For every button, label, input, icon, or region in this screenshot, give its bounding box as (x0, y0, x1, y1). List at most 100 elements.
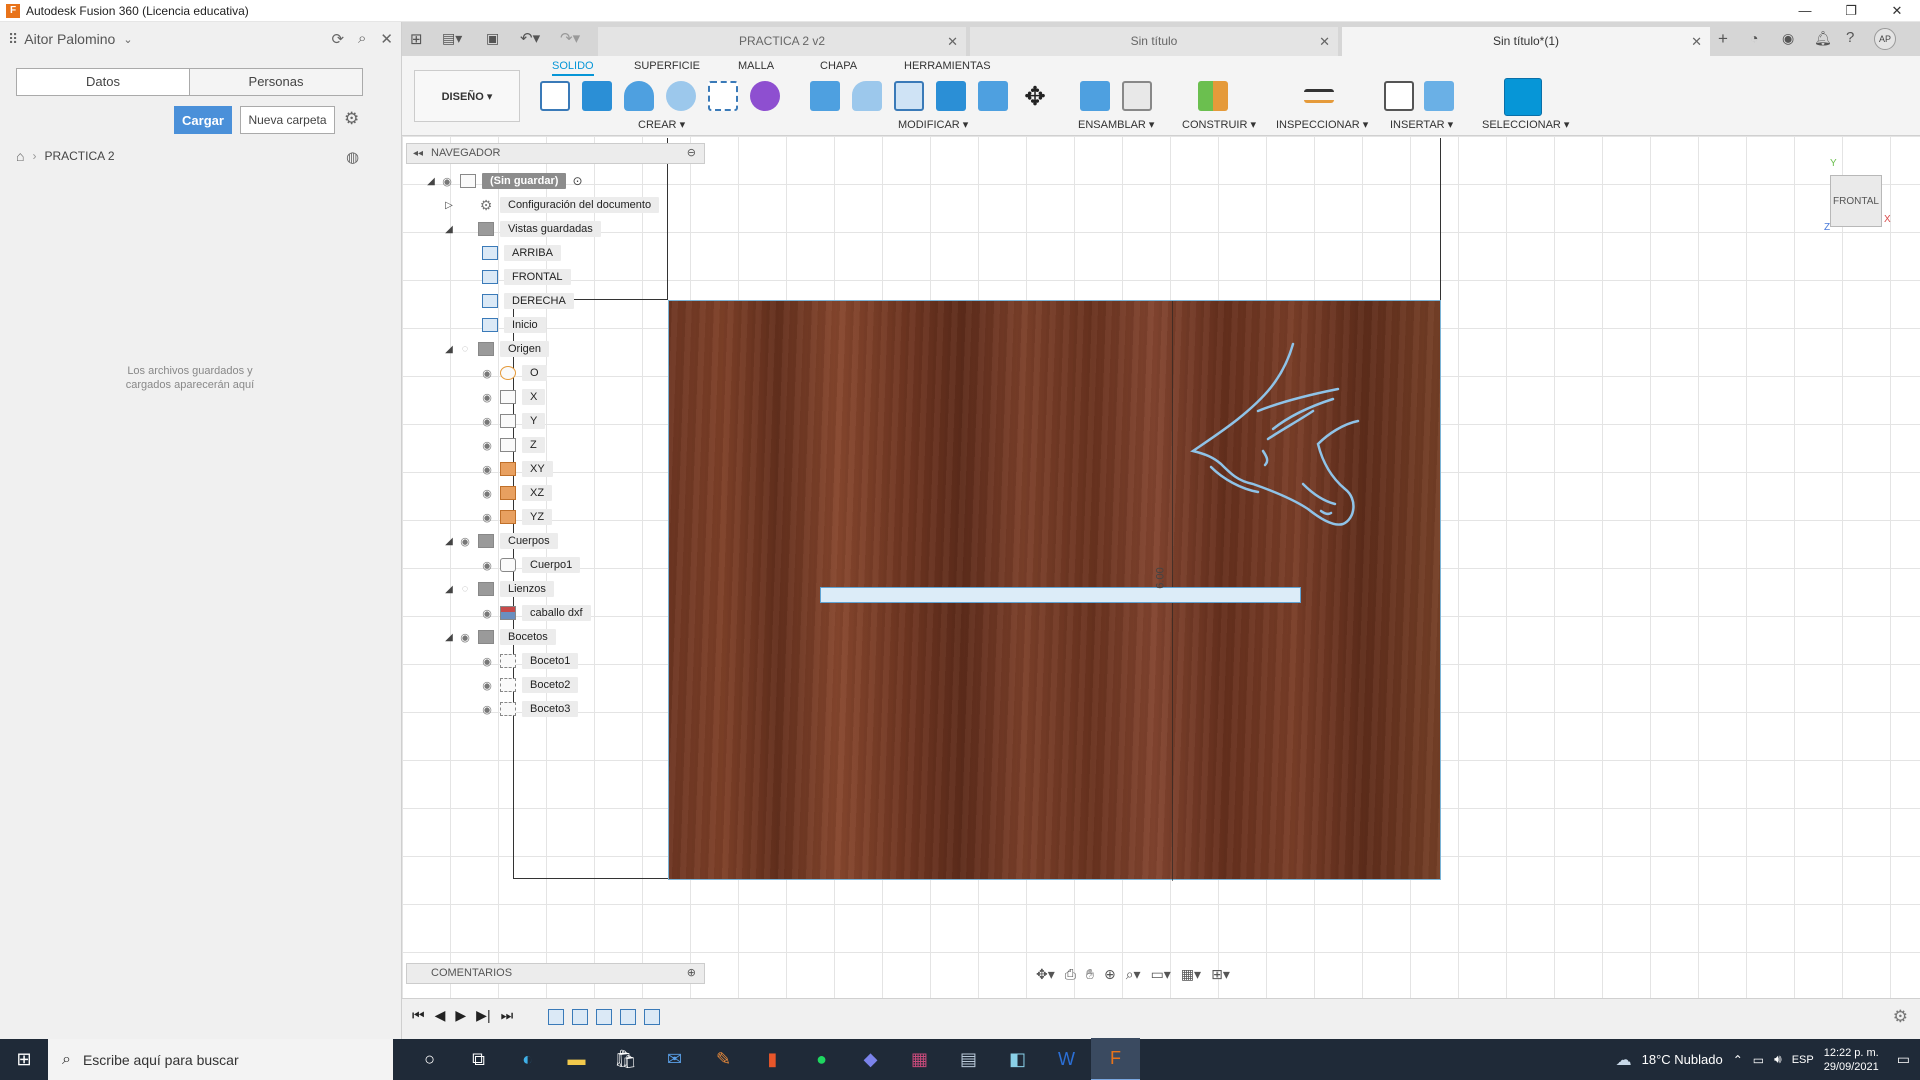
orbit-icon[interactable]: ✥▾ (1036, 966, 1055, 983)
align-icon[interactable] (978, 81, 1008, 111)
restore-button[interactable]: ❐ (1828, 0, 1874, 22)
fusion-taskbar-icon[interactable]: F (1091, 1038, 1140, 1080)
store-icon[interactable]: 🛍︎ (601, 1039, 650, 1080)
display-settings-icon[interactable]: ▭▾ (1151, 966, 1171, 983)
job-status-icon[interactable]: ◉ (1782, 30, 1794, 47)
volume-icon[interactable]: 🔊︎ (1774, 1052, 1782, 1067)
taskbar-clock[interactable]: 12:22 p. m. 29/09/2021 (1824, 1046, 1879, 1074)
doc-tab-sin-titulo-1[interactable]: Sin título*(1) ✕ (1342, 27, 1710, 56)
office-icon[interactable]: ▮ (748, 1039, 797, 1080)
timeline-settings-gear-icon[interactable]: ⚙ (1893, 1007, 1908, 1027)
tree-item-view-arriba[interactable]: ARRIBA (478, 243, 561, 263)
sketch-profile-slot[interactable] (820, 587, 1301, 603)
mail-icon[interactable]: ✉ (650, 1039, 699, 1080)
move-icon[interactable]: ✥ (1020, 81, 1050, 111)
tree-item-saved-views[interactable]: ◢ Vistas guardadas (442, 219, 601, 239)
timeline-step-sketch-icon[interactable] (644, 1009, 660, 1025)
extrude-icon[interactable] (582, 81, 612, 111)
tree-item-lienzos[interactable]: ◢ ◌ Lienzos (442, 579, 554, 599)
fit-icon[interactable]: ⌕▾ (1126, 966, 1141, 983)
timeline-step-extrude-icon[interactable] (572, 1009, 588, 1025)
grid-settings-icon[interactable]: ▦▾ (1181, 966, 1201, 983)
sketch-line[interactable] (1440, 138, 1441, 300)
edge-icon[interactable]: ◐ (503, 1039, 552, 1080)
visibility-eye-icon[interactable]: ◉ (478, 391, 496, 404)
grid-menu-icon[interactable]: ⠿ (8, 31, 18, 48)
shell-icon[interactable] (894, 81, 924, 111)
navigator-header[interactable]: ◂◂ NAVEGADOR ⊖ (406, 143, 705, 164)
visibility-hidden-icon[interactable]: ◌ (456, 583, 474, 595)
file-menu-icon[interactable]: ▤▾ (442, 30, 462, 47)
visibility-eye-icon[interactable]: ◉ (478, 415, 496, 428)
sweep-icon[interactable] (666, 81, 696, 111)
timeline-next-icon[interactable]: ▶| (476, 1007, 490, 1024)
group-insertar[interactable]: INSERTAR ▾ (1390, 118, 1453, 131)
combine-icon[interactable] (936, 81, 966, 111)
upload-button[interactable]: Cargar (174, 106, 232, 134)
select-icon[interactable] (1504, 78, 1542, 116)
group-seleccionar[interactable]: SELECCIONAR ▾ (1482, 118, 1569, 131)
visibility-eye-icon[interactable]: ◉ (478, 367, 496, 380)
timeline-play-icon[interactable]: ▶ (455, 1007, 466, 1024)
visibility-eye-icon[interactable]: ◉ (478, 439, 496, 452)
word-icon[interactable]: W (1042, 1039, 1091, 1080)
settings-gear-icon[interactable]: ⚙ (344, 109, 359, 129)
tree-root[interactable]: ◢ ◉ (Sin guardar) ⊙ (424, 171, 583, 191)
language-indicator[interactable]: ESP (1792, 1054, 1814, 1066)
tree-item-sketch-1[interactable]: ◉ Boceto1 (478, 651, 579, 671)
visibility-eye-icon[interactable]: ◉ (478, 679, 496, 692)
visibility-eye-icon[interactable]: ◉ (456, 631, 474, 644)
look-at-icon[interactable]: ⎙ (1065, 966, 1076, 983)
visibility-eye-icon[interactable]: ◉ (478, 463, 496, 476)
network-icon[interactable]: ▭ (1753, 1053, 1764, 1067)
expand-arrow-icon[interactable]: ◢ (442, 584, 456, 595)
tree-item-plane-xy[interactable]: ◉ XY (478, 459, 553, 479)
timeline-step-sketch-icon[interactable] (620, 1009, 636, 1025)
close-tab-icon[interactable]: ✕ (1691, 27, 1702, 56)
task-view-icon[interactable]: ⧉ (454, 1039, 503, 1080)
construct-plane-icon[interactable] (1198, 81, 1228, 111)
press-pull-icon[interactable] (810, 81, 840, 111)
pen-app-icon[interactable]: ✎ (699, 1039, 748, 1080)
revolve-icon[interactable] (624, 81, 654, 111)
notifications-icon[interactable]: 🔔︎ (1814, 30, 1832, 47)
visibility-eye-icon[interactable]: ◉ (478, 655, 496, 668)
visibility-hidden-icon[interactable]: ◌ (456, 343, 474, 355)
doc-tab-practica[interactable]: PRACTICA 2 v2 ✕ (598, 27, 966, 56)
comments-panel-header[interactable]: COMENTARIOS ⊕ (406, 963, 705, 984)
tree-item-cuerpos[interactable]: ◢ ◉ Cuerpos (442, 531, 558, 551)
minimize-button[interactable]: — (1782, 0, 1828, 22)
save-icon[interactable]: ▣ (486, 30, 499, 47)
tree-item-view-frontal[interactable]: FRONTAL (478, 267, 571, 287)
timeline-step-sketch-icon[interactable] (548, 1009, 564, 1025)
tray-chevron-up-icon[interactable]: ⌃ (1733, 1053, 1743, 1067)
tree-item-axis-y[interactable]: ◉ Y (478, 411, 546, 431)
tab-solido[interactable]: SOLIDO (552, 60, 594, 76)
refresh-icon[interactable]: ⟳ (331, 30, 344, 48)
pan-hand-icon[interactable]: ✋︎ (1086, 966, 1094, 983)
calculator-icon[interactable]: ▤ (944, 1039, 993, 1080)
new-component-icon[interactable] (1080, 81, 1110, 111)
expand-arrow-icon[interactable]: ▷ (442, 200, 456, 211)
tree-item-axis-z[interactable]: ◉ Z (478, 435, 545, 455)
expand-arrow-icon[interactable]: ◢ (424, 176, 438, 187)
tab-personas[interactable]: Personas (189, 69, 362, 95)
tab-superficie[interactable]: SUPERFICIE (634, 60, 700, 72)
chevron-down-icon[interactable]: ⌄ (123, 33, 132, 46)
tree-item-bocetos[interactable]: ◢ ◉ Bocetos (442, 627, 556, 647)
form-icon[interactable] (750, 81, 780, 111)
timeline-start-icon[interactable]: ⏮ (412, 1007, 425, 1024)
insert-image-icon[interactable] (1424, 81, 1454, 111)
workspace-switcher[interactable]: DISEÑO ▾ (414, 70, 520, 122)
tab-datos[interactable]: Datos (17, 69, 189, 95)
weather-text[interactable]: 18°C Nublado (1642, 1052, 1723, 1067)
tree-item-plane-yz[interactable]: ◉ YZ (478, 507, 553, 527)
tree-item-sketch-2[interactable]: ◉ Boceto2 (478, 675, 579, 695)
sketch-line[interactable] (513, 878, 668, 879)
collapse-panel-icon[interactable]: ◂◂ (413, 144, 423, 163)
cortana-icon[interactable]: ○ (405, 1039, 454, 1080)
close-tab-icon[interactable]: ✕ (1319, 27, 1330, 56)
tree-item-view-inicio[interactable]: Inicio (478, 315, 546, 335)
tab-herramientas[interactable]: HERRAMIENTAS (904, 60, 991, 72)
horse-head-sketch[interactable] (1183, 339, 1403, 569)
